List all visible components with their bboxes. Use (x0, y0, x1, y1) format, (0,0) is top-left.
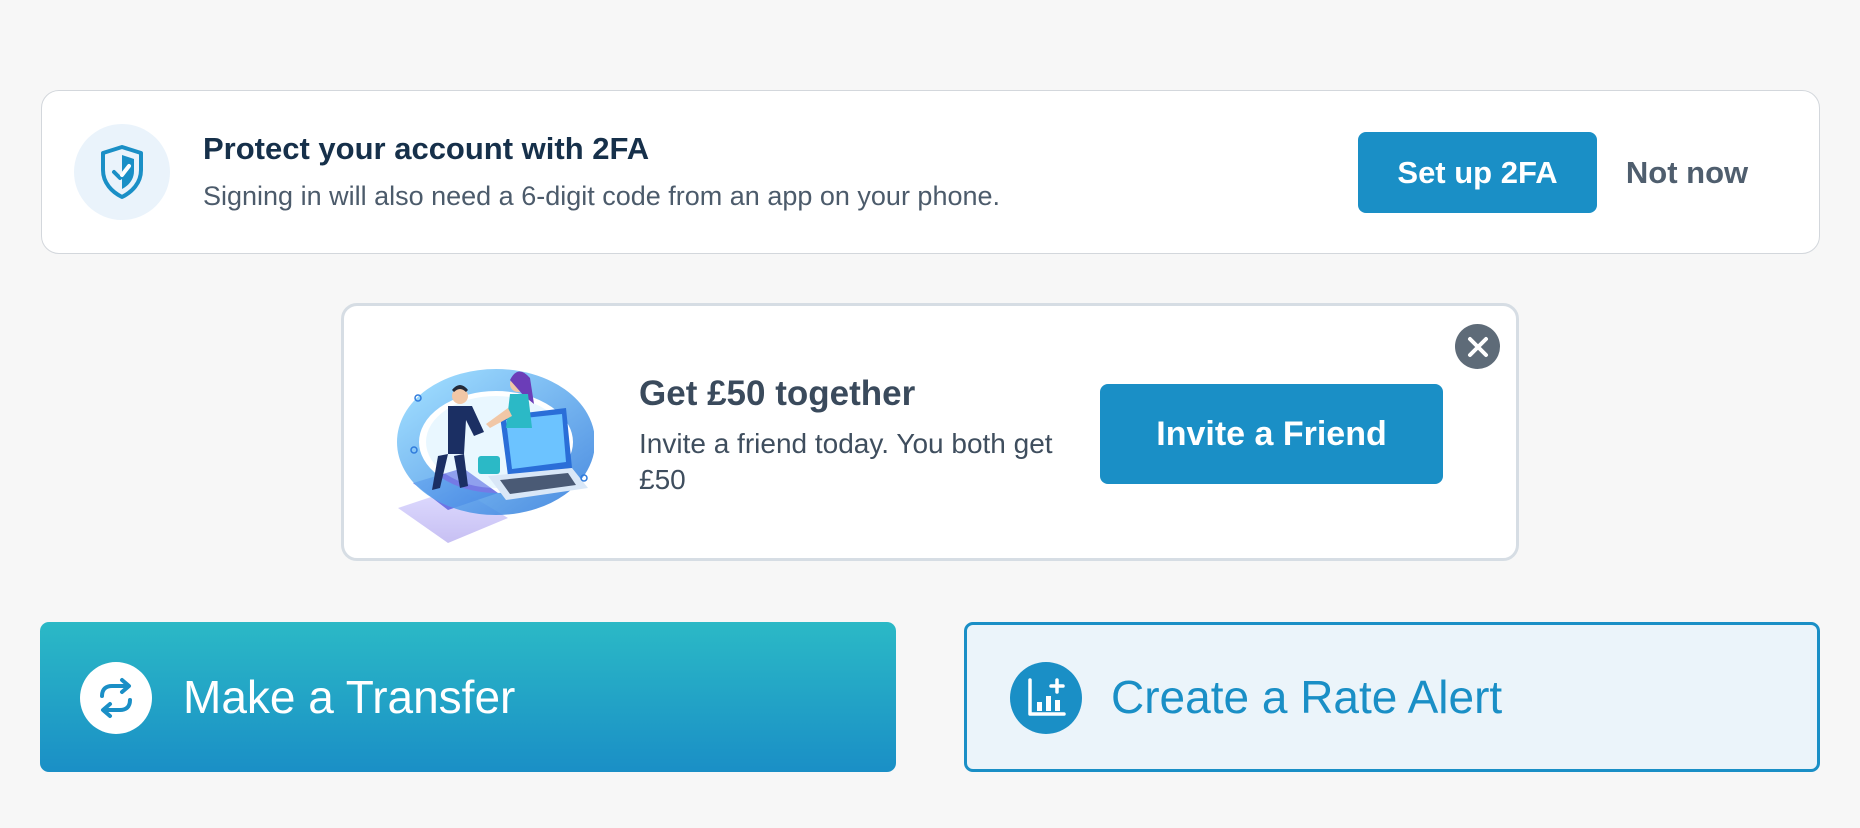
dashboard-page: Protect your account with 2FA Signing in… (0, 0, 1860, 828)
create-rate-alert-label: Create a Rate Alert (1111, 671, 1503, 723)
invite-friend-button[interactable]: Invite a Friend (1100, 384, 1443, 484)
setup-2fa-button[interactable]: Set up 2FA (1358, 132, 1597, 213)
chart-plus-icon (1010, 662, 1082, 734)
handshake-illustration (397, 369, 594, 543)
twofa-description: Signing in will also need a 6-digit code… (203, 181, 1001, 211)
referral-title: Get £50 together (639, 374, 916, 413)
shield-check-icon (74, 124, 170, 220)
referral-description: Invite a friend today. You both get £50 (639, 428, 1053, 495)
create-rate-alert-button[interactable]: Create a Rate Alert (964, 622, 1820, 772)
not-now-button[interactable]: Not now (1612, 132, 1762, 213)
twofa-title: Protect your account with 2FA (203, 131, 650, 166)
transfer-arrows-icon (80, 662, 152, 734)
close-icon[interactable] (1455, 324, 1500, 369)
make-transfer-button[interactable]: Make a Transfer (40, 622, 896, 772)
referral-card: Get £50 together Invite a friend today. … (341, 303, 1519, 561)
twofa-banner: Protect your account with 2FA Signing in… (41, 90, 1820, 254)
make-transfer-label: Make a Transfer (183, 671, 516, 723)
